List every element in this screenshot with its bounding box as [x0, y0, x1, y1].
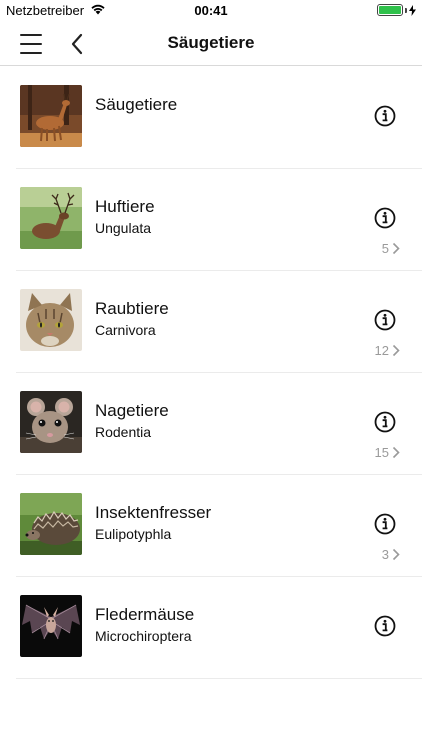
list-item-insektenfresser[interactable]: Insektenfresser Eulipotyphla 3: [16, 475, 422, 577]
list-item-title: Raubtiere: [95, 299, 169, 318]
list-item-subtitle: Microchiroptera: [95, 628, 192, 644]
list-item-raubtiere[interactable]: Raubtiere Carnivora 12: [16, 271, 422, 373]
list-item-nagetiere[interactable]: Nagetiere Rodentia 15: [16, 373, 422, 475]
info-icon[interactable]: [374, 105, 396, 127]
subcategory-count: 15: [374, 445, 389, 460]
list-item-subtitle: Eulipotyphla: [95, 526, 172, 542]
chevron-right-icon: [392, 242, 400, 255]
battery-icon: [377, 4, 416, 16]
status-bar: Netzbetreiber 00:41: [0, 0, 422, 22]
list-item-subtitle: Carnivora: [95, 322, 156, 338]
subcategory-count: 12: [374, 343, 389, 358]
info-icon[interactable]: [374, 411, 396, 433]
chevron-right-icon: [392, 548, 400, 561]
info-icon[interactable]: [374, 309, 396, 331]
hedgehog-thumbnail: [20, 493, 82, 555]
navigation-bar: Säugetiere: [0, 22, 422, 66]
subcategory-count-link[interactable]: 3: [382, 547, 400, 562]
list-item-subtitle: Rodentia: [95, 424, 152, 440]
wildcat-thumbnail: [20, 289, 82, 351]
list-item-subtitle: Ungulata: [95, 220, 152, 236]
list-item-title: Säugetiere: [95, 95, 178, 114]
bat-thumbnail: [20, 595, 82, 657]
list-item-fledermaeuse[interactable]: Fledermäuse Microchiroptera: [16, 577, 422, 679]
subcategory-count-link[interactable]: 5: [382, 241, 400, 256]
info-icon[interactable]: [374, 513, 396, 535]
list-item-title: Nagetiere: [95, 401, 169, 420]
subcategory-count-link[interactable]: 12: [375, 343, 400, 358]
roe-deer-thumbnail: [20, 85, 82, 147]
red-deer-thumbnail: [20, 187, 82, 249]
subcategory-count: 5: [381, 241, 389, 256]
info-icon[interactable]: [374, 207, 396, 229]
list-item-saeugetiere[interactable]: Säugetiere: [16, 67, 422, 169]
chevron-right-icon: [392, 344, 400, 357]
chevron-right-icon: [392, 446, 400, 459]
page-title: Säugetiere: [167, 33, 255, 52]
subcategory-count-link[interactable]: 15: [375, 445, 400, 460]
subcategory-count: 3: [381, 547, 389, 562]
list-item-title: Fledermäuse: [95, 605, 195, 624]
back-chevron-icon[interactable]: [68, 32, 88, 56]
mouse-thumbnail: [20, 391, 82, 453]
info-icon[interactable]: [374, 615, 396, 637]
hamburger-menu-icon[interactable]: [20, 34, 42, 54]
list-item-title: Huftiere: [95, 197, 155, 216]
category-list: Säugetiere Huftiere Ungulata 5 Raubtiere…: [0, 67, 422, 679]
list-item-huftiere[interactable]: Huftiere Ungulata 5: [16, 169, 422, 271]
charging-icon: [409, 4, 416, 16]
clock: 00:41: [194, 3, 228, 18]
list-item-title: Insektenfresser: [95, 503, 212, 522]
